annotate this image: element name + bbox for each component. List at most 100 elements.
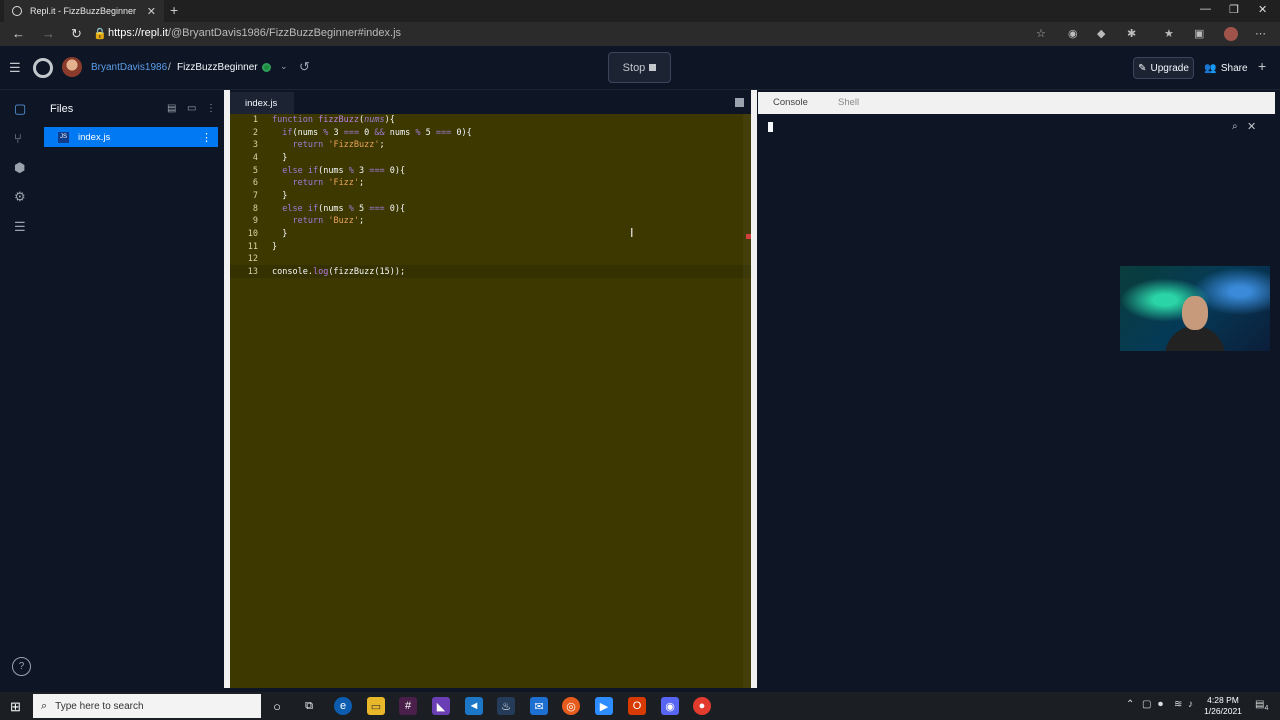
code-line: return 'Buzz'; <box>292 216 365 226</box>
cortana-icon[interactable]: ○ <box>268 697 286 715</box>
line-number: 8 <box>252 204 258 214</box>
panel-splitter[interactable] <box>751 90 757 688</box>
favorites-icon[interactable]: ★ <box>1164 27 1174 40</box>
favorite-add-icon[interactable]: ☆ <box>1036 27 1046 40</box>
code-line: function fizzBuzz(nums){ <box>272 115 395 125</box>
extension-icon[interactable]: ◆ <box>1097 27 1105 40</box>
restore-button[interactable]: ❐ <box>1229 3 1239 16</box>
zoom-icon[interactable]: ▶ <box>595 697 613 715</box>
discord-icon[interactable]: ◉ <box>661 697 679 715</box>
more-menu-icon[interactable]: ⋯ <box>1255 27 1266 40</box>
hamburger-menu-icon[interactable]: ☰ <box>9 60 21 76</box>
task-view-icon[interactable]: ⧉ <box>300 697 318 715</box>
files-icon[interactable]: ▢ <box>14 101 26 117</box>
browser-profile-avatar[interactable] <box>1224 27 1238 41</box>
steam-icon[interactable]: ♨ <box>497 697 515 715</box>
volume-icon[interactable]: ♪ <box>1188 699 1193 710</box>
upgrade-button[interactable]: ✎ Upgrade <box>1133 57 1194 79</box>
repl-status-icon <box>262 63 271 72</box>
replit-logo-icon[interactable] <box>33 58 53 78</box>
line-number: 13 <box>247 267 258 277</box>
share-button[interactable]: 👥 Share <box>1202 57 1250 79</box>
code-editor[interactable]: 1 2 3 4 5 6 7 8 9 10 11 12 13 function fizzBuzz(nums… <box>230 114 751 688</box>
forward-arrow-icon[interactable]: → <box>42 26 55 41</box>
packages-icon[interactable]: ⬢ <box>14 160 25 176</box>
user-avatar[interactable] <box>62 57 82 77</box>
refresh-icon[interactable]: ↻ <box>71 26 82 42</box>
console-output[interactable]: ⌕ ✕ <box>758 114 1275 688</box>
notification-icon[interactable]: ▤4 <box>1255 699 1268 712</box>
tab-shell[interactable]: Shell <box>838 97 859 108</box>
line-number: 1 <box>252 115 258 125</box>
window-close-button[interactable]: ✕ <box>1258 3 1267 16</box>
add-icon[interactable]: + <box>1258 58 1266 74</box>
code-line: else if(nums % 5 === 0){ <box>282 204 406 214</box>
editor-scrollbar[interactable] <box>743 114 751 688</box>
editor-stop-icon[interactable] <box>735 98 744 107</box>
help-icon[interactable]: ? <box>12 657 31 676</box>
wifi-icon[interactable]: ≋ <box>1174 699 1182 710</box>
browser-tab[interactable]: Repl.it - FizzBuzzBeginner ✕ <box>4 0 164 22</box>
new-tab-button[interactable]: + <box>170 2 178 18</box>
text-cursor-icon: I <box>630 226 634 240</box>
windows-start-icon[interactable]: ⊞ <box>10 699 21 715</box>
history-icon[interactable]: ↺ <box>299 59 310 75</box>
people-icon: 👥 <box>1204 62 1217 74</box>
line-number: 12 <box>247 254 258 264</box>
error-marker <box>746 234 751 239</box>
close-icon[interactable]: ✕ <box>1247 120 1256 133</box>
back-arrow-icon[interactable]: ← <box>12 26 25 41</box>
database-icon[interactable]: ☰ <box>14 219 26 235</box>
file-options-icon[interactable]: ⋮ <box>201 131 212 144</box>
office-icon[interactable]: O <box>628 697 646 715</box>
code-line: } <box>272 242 278 252</box>
version-control-icon[interactable]: ⑂ <box>14 131 22 146</box>
files-panel: Files ▤ ▭ ⋮ JS index.js ⋮ <box>44 90 224 688</box>
line-number: 2 <box>252 128 258 138</box>
slack-icon[interactable]: # <box>399 697 417 715</box>
tab-close-icon[interactable]: ✕ <box>147 5 156 18</box>
extension-glasses-icon[interactable]: ◉ <box>1068 27 1078 40</box>
edge-icon[interactable]: e <box>334 697 352 715</box>
repl-name[interactable]: FizzBuzzBeginner <box>177 62 258 73</box>
webcam-overlay <box>1120 266 1270 351</box>
chrome-icon[interactable]: ● <box>693 697 711 715</box>
username-link[interactable]: BryantDavis1986 <box>91 62 167 73</box>
tray-chevron-icon[interactable]: ⌃ <box>1126 699 1134 710</box>
microphone-icon[interactable]: ⏺ <box>1158 699 1163 710</box>
settings-icon[interactable]: ⚙ <box>14 189 26 205</box>
minimize-button[interactable]: — <box>1200 3 1211 15</box>
new-folder-icon[interactable]: ▭ <box>187 103 196 114</box>
taskbar-clock[interactable]: 4:28 PM 1/26/2021 <box>1200 695 1246 717</box>
taskbar-search[interactable]: ⌕ Type here to search <box>33 694 261 718</box>
file-explorer-icon[interactable]: ▭ <box>367 697 385 715</box>
vscode-icon[interactable]: ◄ <box>465 697 483 715</box>
line-number: 9 <box>252 216 258 226</box>
chevron-down-icon[interactable]: ⌄ <box>280 61 288 72</box>
tab-console[interactable]: Console <box>773 97 808 108</box>
code-line: return 'FizzBuzz'; <box>292 140 385 150</box>
code-line: } <box>272 153 288 163</box>
pencil-icon: ✎ <box>1138 62 1147 74</box>
clock-date: 1/26/2021 <box>1204 706 1242 716</box>
ubuntu-icon[interactable]: ◎ <box>562 697 580 715</box>
tab-index-js[interactable]: index.js <box>230 92 294 114</box>
collections-icon[interactable]: ▣ <box>1194 27 1204 40</box>
code-line: } <box>272 191 288 201</box>
code-line: else if(nums % 3 === 0){ <box>282 166 406 176</box>
search-icon: ⌕ <box>41 699 48 712</box>
stop-button[interactable]: Stop <box>608 52 671 83</box>
search-icon[interactable]: ⌕ <box>1232 121 1238 132</box>
share-label: Share <box>1220 62 1248 74</box>
mail-icon[interactable]: ✉ <box>530 697 548 715</box>
extension-gear-icon[interactable]: ✱ <box>1127 27 1136 40</box>
file-item-index-js[interactable]: JS index.js ⋮ <box>44 127 218 147</box>
visual-studio-icon[interactable]: ◣ <box>432 697 450 715</box>
tray-app-icon[interactable]: ▢ <box>1142 699 1151 710</box>
lock-icon[interactable]: 🔒 <box>93 27 107 40</box>
line-number: 6 <box>252 178 258 188</box>
files-menu-icon[interactable]: ⋮ <box>206 103 216 114</box>
url-field[interactable]: https://repl.it/@BryantDavis1986/FizzBuz… <box>108 27 401 39</box>
replit-favicon-icon <box>12 6 22 16</box>
new-file-icon[interactable]: ▤ <box>167 103 176 114</box>
